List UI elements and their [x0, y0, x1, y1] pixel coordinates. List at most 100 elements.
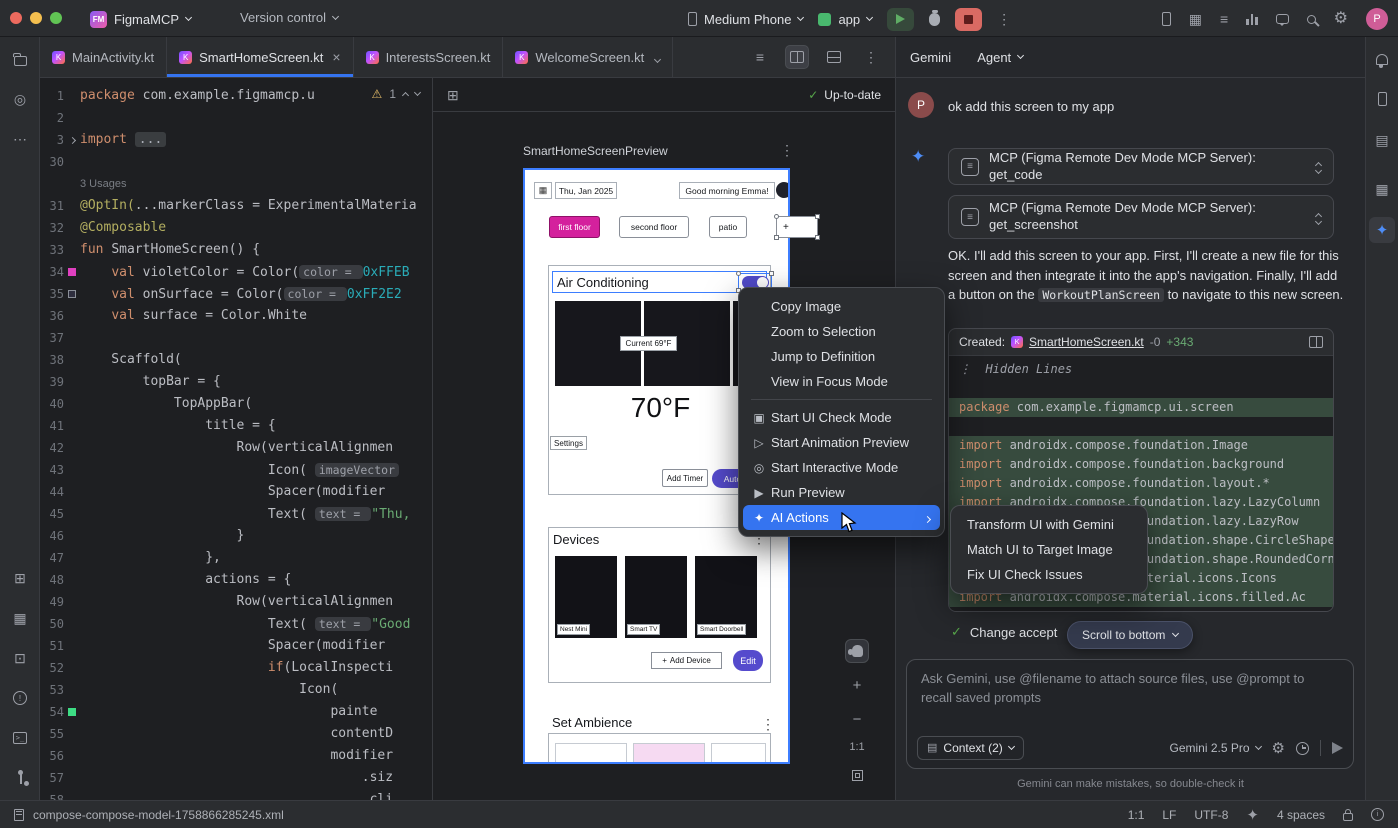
file-encoding[interactable]: UTF-8 — [1194, 808, 1228, 822]
chevron-down-icon[interactable] — [655, 50, 660, 65]
submenu-item-transform-ui-with-gemini[interactable]: Transform UI with Gemini — [955, 512, 1143, 537]
chat-settings-gear-icon[interactable]: ⚙ — [1272, 741, 1285, 756]
vcs-widget[interactable]: Version control — [240, 10, 338, 25]
close-window-button[interactable] — [10, 12, 22, 24]
ambience-overflow-icon[interactable]: ⋮ — [761, 716, 775, 733]
editor-tab-mainactivity-kt[interactable]: KMainActivity.kt — [40, 37, 167, 77]
color-swatch[interactable] — [68, 268, 76, 276]
user-avatar[interactable]: P — [1366, 8, 1388, 30]
menu-item-jump-to-definition[interactable]: Jump to Definition — [743, 344, 940, 369]
submenu-item-match-ui-to-target-image[interactable]: Match UI to Target Image — [955, 537, 1143, 562]
tab-gemini[interactable]: Gemini — [910, 50, 951, 65]
chip-first-floor[interactable]: first floor — [549, 216, 600, 238]
layout-inspector-icon[interactable]: ▦ — [1189, 12, 1202, 26]
build-icon[interactable]: ⊡ — [7, 645, 33, 671]
logcat-tool-icon[interactable]: ▤ — [1369, 127, 1395, 153]
color-swatch[interactable] — [68, 708, 76, 716]
info-icon[interactable]: i — [1371, 808, 1384, 821]
profiler-icon[interactable] — [1246, 13, 1258, 25]
more-tool-windows-icon[interactable]: ⋯ — [7, 126, 33, 152]
prev-issue-icon[interactable] — [402, 92, 409, 99]
hidden-lines-row[interactable]: ⋮ Hidden Lines — [949, 360, 1333, 379]
version-control-icon[interactable] — [7, 765, 33, 791]
open-diff-icon[interactable] — [1309, 336, 1323, 348]
color-swatch[interactable] — [68, 290, 76, 298]
zoom-out-button[interactable]: − — [845, 707, 869, 731]
scroll-to-bottom-button[interactable]: Scroll to bottom — [1067, 621, 1193, 649]
running-devices-icon[interactable]: ⊞ — [7, 565, 33, 591]
menu-item-start-interactive-mode[interactable]: ◎Start Interactive Mode — [743, 455, 940, 480]
preview-name[interactable]: SmartHomeScreenPreview — [523, 144, 668, 158]
close-tab-icon[interactable]: × — [332, 49, 340, 65]
created-file-link[interactable]: SmartHomeScreen.kt — [1029, 335, 1144, 349]
edit-button[interactable]: Edit — [733, 650, 763, 671]
model-selector[interactable]: Gemini 2.5 Pro — [1170, 741, 1261, 755]
send-icon[interactable] — [1332, 742, 1343, 754]
editor-tab-welcomescreen-kt[interactable]: KWelcomeScreen.kt — [503, 37, 673, 77]
settings-label[interactable]: Settings — [550, 436, 587, 450]
search-icon[interactable] — [1307, 15, 1316, 24]
minimize-window-button[interactable] — [30, 12, 42, 24]
tab-agent[interactable]: Agent — [977, 50, 1023, 65]
more-actions-icon[interactable]: ⋮ — [997, 11, 1011, 28]
next-issue-icon[interactable] — [414, 89, 421, 96]
editor-tab-smarthomescreen-kt[interactable]: KSmartHomeScreen.kt× — [167, 37, 353, 77]
submenu-item-fix-ui-check-issues[interactable]: Fix UI Check Issues — [955, 562, 1143, 587]
cursor-position[interactable]: 1:1 — [1128, 808, 1145, 822]
editor-more-icon[interactable]: ⋮ — [859, 45, 883, 69]
run-config-selector[interactable]: app — [818, 12, 872, 27]
menu-item-copy-image[interactable]: Copy Image — [743, 294, 940, 319]
preview-layout-grid-icon[interactable]: ⊞ — [447, 88, 459, 102]
zoom-in-button[interactable]: + — [845, 673, 869, 697]
editor-tab-interestsscreen-kt[interactable]: KInterestsScreen.kt — [354, 37, 504, 77]
gemini-status-icon[interactable]: ✦ — [1246, 806, 1259, 824]
inspections-widget[interactable]: ⚠ 1 — [372, 87, 420, 101]
menu-item-run-preview[interactable]: ▶Run Preview — [743, 480, 940, 505]
add-device-button[interactable]: + Add Device — [651, 652, 722, 669]
pan-hand-icon[interactable] — [845, 639, 869, 663]
device-selector[interactable]: Medium Phone — [688, 12, 803, 27]
project-menu[interactable]: FM FigmaMCP — [90, 7, 191, 31]
menu-item-start-ui-check-mode[interactable]: ▣Start UI Check Mode — [743, 405, 940, 430]
comments-icon[interactable] — [1276, 14, 1289, 24]
lock-icon[interactable] — [1343, 813, 1353, 821]
indent-setting[interactable]: 4 spaces — [1277, 808, 1325, 822]
ambience-item[interactable]: ⊞ — [711, 743, 766, 764]
device-mirror-icon[interactable] — [1162, 12, 1171, 26]
commit-icon[interactable]: ◎ — [7, 86, 33, 112]
preview-menu-icon[interactable]: ⋮ — [780, 142, 794, 159]
line-separator[interactable]: LF — [1162, 808, 1176, 822]
tool-call-get-code[interactable]: ≡ MCP (Figma Remote Dev Mode MCP Server)… — [948, 148, 1334, 185]
expand-icon[interactable] — [1316, 160, 1321, 173]
settings-gear-icon[interactable]: ⚙ — [1334, 11, 1348, 27]
chat-input[interactable]: Ask Gemini, use @filename to attach sour… — [906, 659, 1354, 769]
zoom-to-fit-icon[interactable] — [845, 763, 869, 787]
logcat-icon[interactable]: ≡ — [1220, 12, 1228, 26]
code-editor[interactable]: 1package com.example.figmamcp.u23import … — [40, 78, 432, 800]
statusbar-filename[interactable]: compose-compose-model-1758866285245.xml — [33, 808, 284, 822]
editor-list-icon[interactable]: ≡ — [748, 45, 772, 69]
ambience-item[interactable]: ⊞ — [633, 743, 705, 764]
zoom-ratio[interactable]: 1:1 — [849, 741, 864, 753]
device-manager-icon[interactable] — [1369, 86, 1395, 112]
context-chip[interactable]: ▤ Context (2) — [917, 736, 1024, 760]
debug-button[interactable] — [929, 13, 940, 26]
tool-call-get-screenshot[interactable]: ≡ MCP (Figma Remote Dev Mode MCP Server)… — [948, 195, 1334, 239]
add-chip-selected[interactable]: + — [776, 216, 818, 238]
problems-icon[interactable]: ! — [7, 685, 33, 711]
split-editor-icon[interactable] — [785, 45, 809, 69]
selected-title-outline[interactable]: Air Conditioning — [552, 271, 767, 293]
history-icon[interactable] — [1296, 742, 1309, 755]
gemini-tool-icon[interactable]: ✦ — [1369, 217, 1395, 243]
ambience-item[interactable]: ⊞ — [555, 743, 627, 764]
chip-second-floor[interactable]: second floor — [619, 216, 689, 238]
chip-patio[interactable]: patio — [709, 216, 747, 238]
resource-manager-icon[interactable]: ▦ — [7, 605, 33, 631]
expand-icon[interactable] — [1316, 211, 1321, 224]
layout-inspector-tool-icon[interactable]: ▦ — [1369, 176, 1395, 202]
run-button[interactable] — [887, 8, 914, 31]
menu-item-view-in-focus-mode[interactable]: View in Focus Mode — [743, 369, 940, 394]
menu-item-zoom-to-selection[interactable]: Zoom to Selection — [743, 319, 940, 344]
menu-item-start-animation-preview[interactable]: ▷Start Animation Preview — [743, 430, 940, 455]
split-horizontal-icon[interactable] — [822, 45, 846, 69]
